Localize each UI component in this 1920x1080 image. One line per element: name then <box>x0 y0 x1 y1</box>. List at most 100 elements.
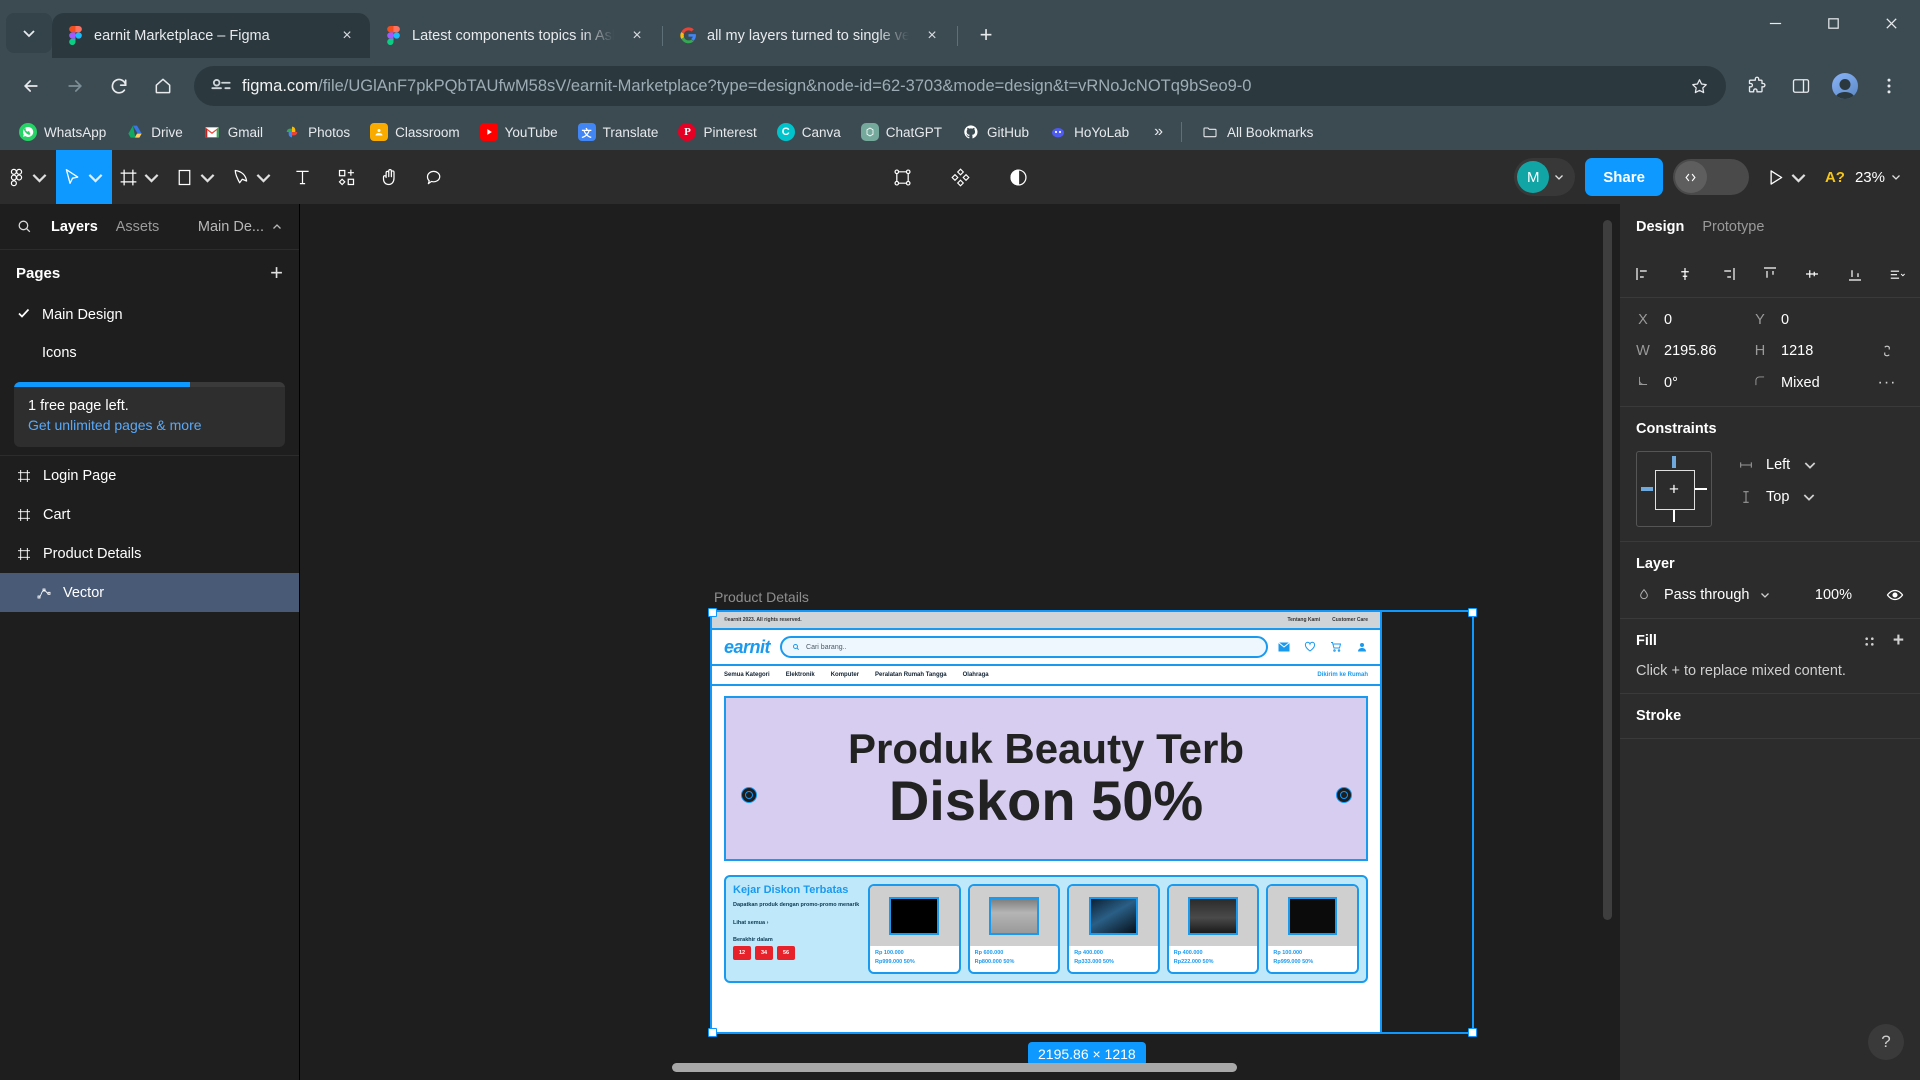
help-button[interactable]: ? <box>1868 1024 1904 1060</box>
move-tool[interactable] <box>56 150 112 204</box>
y-property[interactable]: Y 0 <box>1753 312 1870 328</box>
page-item-icons[interactable]: Icons <box>0 334 299 372</box>
align-right-icon[interactable] <box>1719 265 1737 283</box>
constrain-proportions-button[interactable] <box>1870 342 1904 360</box>
browser-tab-2[interactable]: all my layers turned to single ve × <box>665 13 955 58</box>
align-vertical-center-icon[interactable] <box>1803 265 1821 283</box>
selection-handle-tr[interactable] <box>1468 608 1477 617</box>
promo-link[interactable]: Get unlimited pages & more <box>28 417 271 433</box>
align-left-icon[interactable] <box>1634 265 1652 283</box>
selection-handle-tl[interactable] <box>708 608 717 617</box>
bookmark-drive[interactable]: Drive <box>117 118 192 146</box>
text-tool[interactable] <box>280 150 324 204</box>
bookmark-gmail[interactable]: Gmail <box>194 118 272 146</box>
half-circle-icon[interactable] <box>996 150 1040 204</box>
selection-radius-handle-right[interactable] <box>1336 787 1352 803</box>
tab-search-button[interactable] <box>6 13 52 53</box>
bookmark-whatsapp[interactable]: WhatsApp <box>10 118 115 146</box>
search-icon[interactable] <box>16 218 33 235</box>
layer-row-login-page[interactable]: Login Page <box>0 456 299 495</box>
opacity-value[interactable]: 100% <box>1815 587 1852 603</box>
address-bar[interactable]: figma.com/file/UGlAnF7pkPQbTAUfwM58sV/ea… <box>194 66 1726 106</box>
vertical-constraint-dropdown[interactable]: Top <box>1738 489 1818 505</box>
close-icon[interactable]: × <box>624 23 650 49</box>
canvas[interactable]: Product Details Cart ©earnit 2023. All r… <box>300 204 1620 1080</box>
all-bookmarks-button[interactable]: All Bookmarks <box>1192 118 1322 146</box>
bookmark-pinterest[interactable]: P Pinterest <box>669 118 765 146</box>
hand-tool[interactable] <box>368 150 412 204</box>
layer-row-vector[interactable]: Vector <box>0 573 299 612</box>
product-details-artboard[interactable]: ©earnit 2023. All rights reserved. Tenta… <box>710 610 1382 1034</box>
page-item-main-design[interactable]: Main Design <box>0 296 299 334</box>
x-property[interactable]: X 0 <box>1636 312 1753 328</box>
add-page-button[interactable]: + <box>270 260 283 286</box>
collaborators[interactable]: M <box>1514 158 1576 196</box>
upgrade-promo[interactable]: 1 free page left. Get unlimited pages & … <box>14 382 285 447</box>
bookmark-classroom[interactable]: Classroom <box>361 118 469 146</box>
home-icon[interactable] <box>142 65 184 107</box>
w-property[interactable]: W 2195.86 <box>1636 343 1753 359</box>
constraint-grid[interactable]: + <box>1636 451 1712 527</box>
close-window-icon[interactable] <box>1862 0 1920 46</box>
accessibility-warning[interactable]: A? <box>1825 169 1845 186</box>
file-name-dropdown[interactable]: Main De... <box>198 219 283 235</box>
site-info-icon[interactable] <box>208 73 234 99</box>
bookmark-photos[interactable]: Photos <box>274 118 359 146</box>
tab-design[interactable]: Design <box>1636 219 1684 235</box>
selection-bounds-icon[interactable] <box>880 150 924 204</box>
eye-icon[interactable] <box>1886 586 1904 604</box>
blend-mode-dropdown[interactable]: Pass through <box>1664 587 1771 603</box>
close-icon[interactable]: × <box>334 23 360 49</box>
h-property[interactable]: H 1218 <box>1753 343 1870 359</box>
fill-styles-button[interactable] <box>1862 634 1877 649</box>
align-top-icon[interactable] <box>1761 265 1779 283</box>
frame-label-product-details[interactable]: Product Details <box>714 589 809 605</box>
layer-row-cart[interactable]: Cart <box>0 495 299 534</box>
bookmarks-overflow-button[interactable]: » <box>1146 119 1171 145</box>
minimize-icon[interactable] <box>1746 0 1804 46</box>
add-fill-button[interactable]: + <box>1893 631 1904 650</box>
bookmark-github[interactable]: GitHub <box>953 118 1038 146</box>
chrome-menu-icon[interactable] <box>1868 65 1910 107</box>
figma-menu-button[interactable] <box>0 150 56 204</box>
bookmark-chatgpt[interactable]: ChatGPT <box>852 118 951 146</box>
selection-handle-bl[interactable] <box>708 1028 717 1037</box>
more-options-button[interactable]: ··· <box>1870 374 1904 392</box>
canvas-horizontal-scrollbar[interactable] <box>672 1063 1237 1072</box>
selection-radius-handle-left[interactable] <box>741 787 757 803</box>
resources-tool[interactable] <box>324 150 368 204</box>
diamonds-icon[interactable] <box>938 150 982 204</box>
present-button[interactable] <box>1759 150 1815 204</box>
browser-tab-0[interactable]: earnit Marketplace – Figma × <box>52 13 370 58</box>
tab-assets[interactable]: Assets <box>116 219 160 235</box>
canvas-vertical-scrollbar[interactable] <box>1603 220 1612 920</box>
tab-prototype[interactable]: Prototype <box>1702 219 1764 235</box>
selection-handle-br[interactable] <box>1468 1028 1477 1037</box>
extensions-icon[interactable] <box>1736 65 1778 107</box>
comment-tool[interactable] <box>412 150 456 204</box>
bookmark-star-icon[interactable] <box>1682 69 1716 103</box>
new-tab-button[interactable]: + <box>968 17 1004 53</box>
profile-avatar[interactable] <box>1824 65 1866 107</box>
reload-icon[interactable] <box>98 65 140 107</box>
maximize-icon[interactable] <box>1804 0 1862 46</box>
layer-row-product-details[interactable]: Product Details <box>0 534 299 573</box>
distribute-menu-icon[interactable] <box>1888 265 1906 283</box>
bookmark-canva[interactable]: C Canva <box>768 118 850 146</box>
rotation-property[interactable]: 0° <box>1636 374 1753 392</box>
share-button[interactable]: Share <box>1585 158 1663 196</box>
tab-layers[interactable]: Layers <box>51 219 98 235</box>
horizontal-constraint-dropdown[interactable]: Left <box>1738 457 1818 473</box>
align-horizontal-center-icon[interactable] <box>1676 265 1694 283</box>
frame-tool[interactable] <box>112 150 168 204</box>
side-panel-icon[interactable] <box>1780 65 1822 107</box>
back-icon[interactable] <box>10 65 52 107</box>
bookmark-youtube[interactable]: YouTube <box>471 118 567 146</box>
pen-tool[interactable] <box>224 150 280 204</box>
zoom-control[interactable]: 23% <box>1855 169 1902 186</box>
corner-radius-property[interactable]: Mixed <box>1753 374 1870 392</box>
close-icon[interactable]: × <box>919 23 945 49</box>
dev-mode-toggle[interactable] <box>1672 159 1749 195</box>
bookmark-hoyolab[interactable]: HoYoLab <box>1040 118 1138 146</box>
bookmark-translate[interactable]: 文 Translate <box>569 118 668 146</box>
